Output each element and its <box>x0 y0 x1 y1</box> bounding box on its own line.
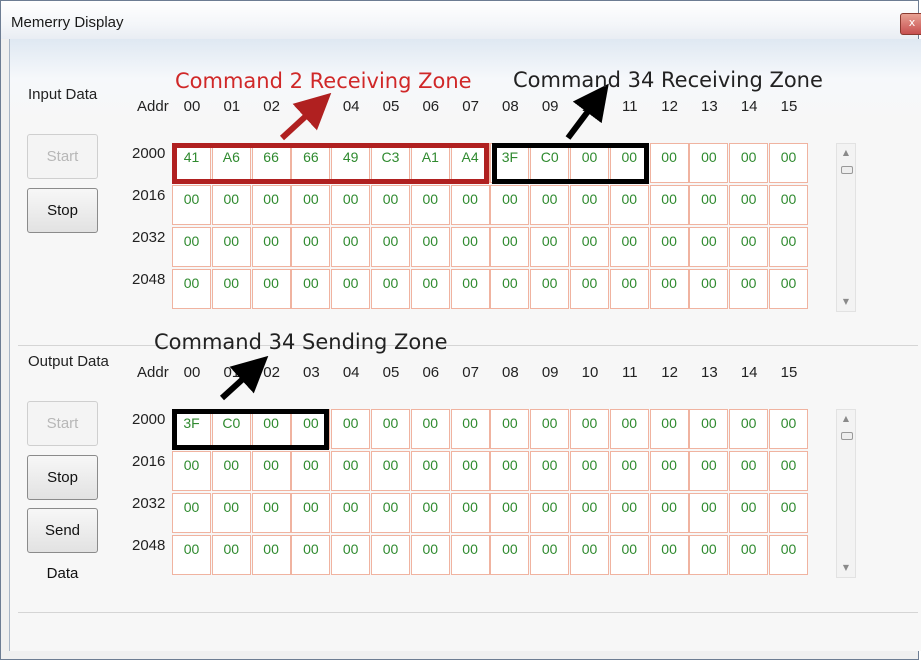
annotation-arrows <box>219 83 609 401</box>
command-34-sending-arrow <box>219 355 269 401</box>
command-2-arrow <box>279 92 332 141</box>
command-34-receiving-zone-label: Command 34 Receiving Zone <box>513 68 823 92</box>
command-34-sending-zone-label: Command 34 Sending Zone <box>154 330 448 354</box>
command-34-receiving-arrow <box>565 83 609 140</box>
command-2-receiving-zone-label: Command 2 Receiving Zone <box>175 69 472 93</box>
